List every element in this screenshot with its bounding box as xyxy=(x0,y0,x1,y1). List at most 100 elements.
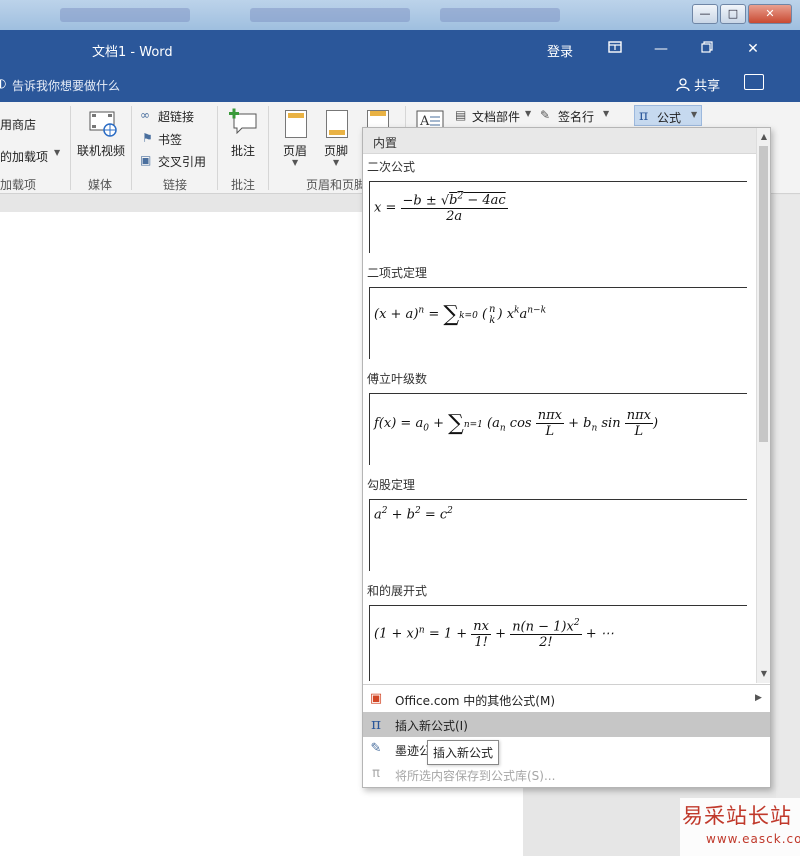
taskbar-blur xyxy=(440,8,560,22)
scroll-down-icon[interactable]: ▼ xyxy=(758,667,770,681)
gallery-scrollbar[interactable]: ▲ ▼ xyxy=(756,128,770,683)
chevron-down-icon: ▼ xyxy=(292,158,299,167)
equation-button[interactable]: π 公式 ▼ xyxy=(634,105,702,126)
os-maximize-button[interactable]: □ xyxy=(720,4,746,24)
pi-icon: π xyxy=(639,108,649,124)
equation-gallery: 内置 二次公式 x = −b ± √b2 − 4ac 2a 二项式定理 (x + … xyxy=(362,127,771,788)
header-footer-group-label: 页眉和页脚 xyxy=(306,178,367,192)
chevron-down-icon: ▼ xyxy=(54,148,61,157)
chevron-down-icon: ▼ xyxy=(333,158,340,167)
tell-me-input[interactable]: 告诉我你想要做什么 xyxy=(12,77,120,94)
share-button[interactable]: 共享 xyxy=(676,75,720,94)
office-icon: ▣ xyxy=(369,691,383,706)
comments-group-label: 批注 xyxy=(231,178,256,192)
gallery-header: 内置 xyxy=(363,128,756,154)
fourier-series-item[interactable]: f(x) = a0 + ∑n=1 (an cos nπx L + bn sin n… xyxy=(369,393,747,465)
section-title: 和的展开式 xyxy=(367,584,428,598)
section-title: 傅立叶级数 xyxy=(367,372,428,386)
insert-new-equation-item[interactable]: π 插入新公式(I) xyxy=(363,712,770,737)
quadratic-formula-item[interactable]: x = −b ± √b2 − 4ac 2a xyxy=(369,181,747,253)
chevron-down-icon: ▼ xyxy=(525,109,532,118)
online-video-button[interactable]: 联机视频 xyxy=(77,142,125,159)
os-close-button[interactable]: ✕ xyxy=(748,4,792,24)
watermark-title: 易采站长站 xyxy=(682,804,792,828)
menu-item-label: Office.com 中的其他公式(M) xyxy=(395,694,556,708)
equation-label: 公式 xyxy=(657,111,682,125)
cross-reference-icon: ▣ xyxy=(140,153,152,167)
watermark-url: www.easck.com xyxy=(706,832,800,846)
share-label: 共享 xyxy=(694,79,721,94)
section-title: 勾股定理 xyxy=(367,478,416,492)
builtin-label: 内置 xyxy=(373,136,398,150)
pythagorean-theorem: a2 + b2 = c2 xyxy=(374,506,453,523)
comment-button[interactable]: 批注 xyxy=(231,142,255,159)
chevron-right-icon: ▶ xyxy=(755,693,762,703)
addins-group-label: 加载项 xyxy=(0,178,37,192)
restore-icon[interactable] xyxy=(694,37,720,61)
online-video-icon[interactable] xyxy=(89,110,119,141)
group-divider xyxy=(70,106,71,190)
ink-icon: ✎ xyxy=(370,741,382,756)
gallery-menu: ▣ Office.com 中的其他公式(M) ▶ π 插入新公式(I) ✎ 墨迹… xyxy=(363,684,770,783)
scroll-up-icon[interactable]: ▲ xyxy=(758,130,770,144)
document-title: 文档1 - Word xyxy=(92,45,173,60)
menu-item-label: 墨迹公 xyxy=(395,744,432,758)
ink-equation-item[interactable]: ✎ 墨迹公 xyxy=(363,737,770,762)
fourier-series: f(x) = a0 + ∑n=1 (an cos nπx L + bn sin n… xyxy=(374,408,659,439)
ribbon-display-icon[interactable] xyxy=(602,37,628,61)
os-window-bar: — □ ✕ xyxy=(0,0,800,30)
pi-icon: π xyxy=(371,715,381,733)
taskbar-blur xyxy=(250,8,410,22)
group-divider xyxy=(131,106,132,190)
save-to-gallery-item[interactable]: π 将所选内容保存到公式库(S)... xyxy=(363,762,770,787)
pythagorean-theorem-item[interactable]: a2 + b2 = c2 xyxy=(369,499,747,571)
group-divider xyxy=(268,106,269,190)
lightbulb-icon: ◐ xyxy=(0,76,7,90)
links-group-label: 链接 xyxy=(163,178,188,192)
quick-parts-button[interactable]: 文档部件 xyxy=(472,108,520,125)
signature-line-button[interactable]: 签名行 xyxy=(558,108,594,125)
os-minimize-button[interactable]: — xyxy=(692,4,718,24)
store-button[interactable]: 用商店 xyxy=(0,116,36,133)
person-icon xyxy=(676,78,690,92)
watermark: 易采站长站 www.easck.com xyxy=(680,798,800,856)
bookmark-icon: ⚑ xyxy=(142,131,153,145)
hyperlink-icon: ∞ xyxy=(140,108,150,122)
bookmark-button[interactable]: 书签 xyxy=(158,131,182,148)
cross-reference-button[interactable]: 交叉引用 xyxy=(158,153,206,170)
expansion-of-sum-item[interactable]: (1 + x)n = 1 + nx 1! + n(n − 1)x2 2! + ⋯ xyxy=(369,605,747,681)
save-gallery-icon: π xyxy=(372,766,380,781)
group-divider xyxy=(217,106,218,190)
menu-item-label: 将所选内容保存到公式库(S)... xyxy=(395,769,556,783)
media-group-label: 媒体 xyxy=(88,178,113,192)
close-icon[interactable]: ✕ xyxy=(740,37,766,61)
footer-button[interactable]: 页脚 xyxy=(324,142,348,159)
word-title-bar: 文档1 - Word 登录 — ✕ xyxy=(0,30,800,68)
signature-line-icon: ✎ xyxy=(540,108,551,122)
menu-item-label: 插入新公式(I) xyxy=(395,719,468,733)
chevron-down-icon: ▼ xyxy=(691,110,698,119)
quadratic-formula: x = −b ± √b2 − 4ac 2a xyxy=(374,192,508,225)
login-button[interactable]: 登录 xyxy=(547,41,573,60)
chevron-down-icon: ▼ xyxy=(603,109,610,118)
tell-me-bar: ◐ 告诉我你想要做什么 共享 xyxy=(0,68,800,102)
footer-icon[interactable] xyxy=(326,110,348,138)
header-icon[interactable] xyxy=(285,110,307,138)
new-comment-icon[interactable] xyxy=(228,108,258,137)
binomial-theorem-item[interactable]: (x + a)n = ∑k=0 (n k) xkan−k xyxy=(369,287,747,359)
expansion-of-sum: (1 + x)n = 1 + nx 1! + n(n − 1)x2 2! + ⋯ xyxy=(374,618,614,651)
header-button[interactable]: 页眉 xyxy=(283,142,307,159)
office-more-equations-item[interactable]: ▣ Office.com 中的其他公式(M) ▶ xyxy=(363,687,770,712)
section-title: 二项式定理 xyxy=(367,266,428,280)
binomial-theorem: (x + a)n = ∑k=0 (n k) xkan−k xyxy=(374,302,547,327)
tooltip: 插入新公式 xyxy=(427,740,500,765)
my-addins-button[interactable]: 的加载项 xyxy=(0,148,48,165)
document-scrollbar[interactable] xyxy=(776,195,800,856)
comment-icon[interactable] xyxy=(744,74,764,90)
taskbar-blur xyxy=(60,8,190,22)
scroll-thumb[interactable] xyxy=(759,146,768,442)
hyperlink-button[interactable]: 超链接 xyxy=(158,108,194,125)
minimize-icon[interactable]: — xyxy=(648,37,674,61)
section-title: 二次公式 xyxy=(367,160,416,174)
quick-parts-icon: ▤ xyxy=(455,108,467,122)
